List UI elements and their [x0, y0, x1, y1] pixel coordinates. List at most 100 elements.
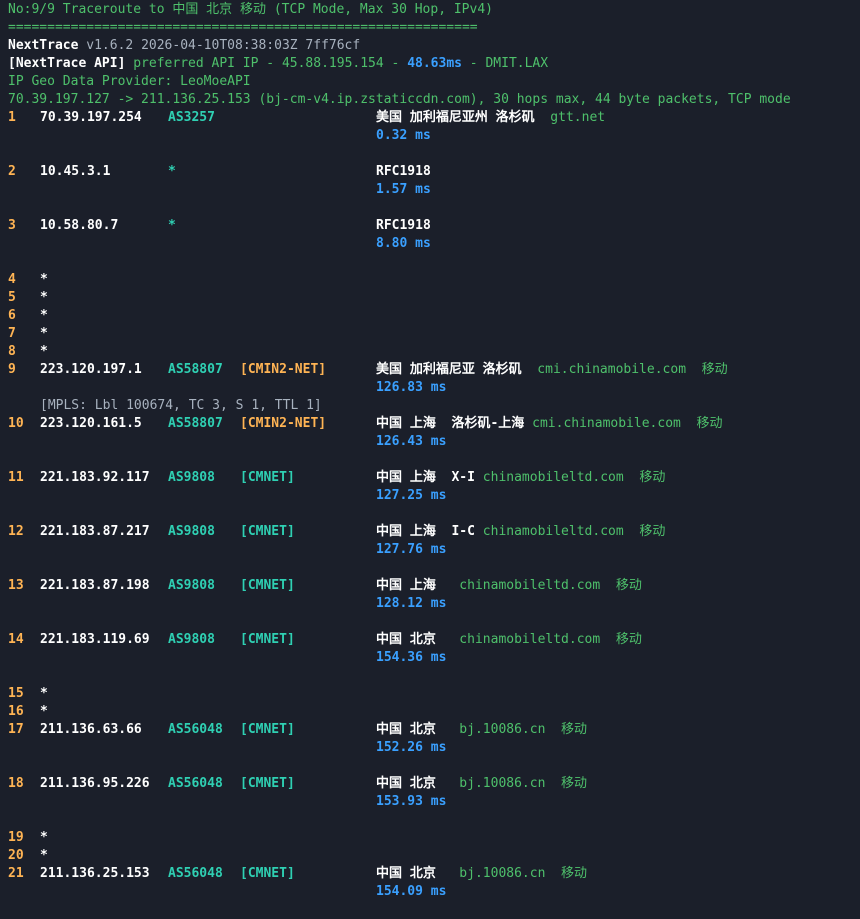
hop-timeout: *: [40, 686, 48, 701]
hop-asn: AS56048: [168, 866, 223, 881]
hop-mpls: [MPLS: Lbl 100674, TC 3, S 1, TTL 1]: [40, 398, 322, 413]
hop-row: 7 *: [8, 325, 860, 343]
hop-ip: 221.183.92.117: [40, 470, 150, 485]
hop-location: 中国 北京: [376, 776, 436, 791]
hop-isp: 移动: [623, 524, 666, 539]
hop-rtt-row: 128.12 ms: [8, 595, 860, 613]
hop-geo: 中国 上海 洛杉矶-上海 cmi.chinamobile.com 移动: [376, 415, 723, 433]
terminal-window: No:9/9 Traceroute to 中国 北京 移动 (TCP Mode,…: [0, 0, 860, 919]
hop-hostname: cmi.chinamobile.com: [524, 416, 681, 431]
hop-location: RFC1918: [376, 164, 431, 179]
hop-asn: *: [168, 218, 176, 233]
hop-asn: AS3257: [168, 110, 215, 125]
hop-number: 12: [8, 524, 24, 539]
hop-row: 14 221.183.119.69 AS9808 [CMNET] 中国 北京 china…: [8, 631, 860, 649]
hop-spacer: [8, 559, 860, 577]
hop-number: 6: [8, 308, 16, 323]
api-line: [NextTrace API] preferred API IP - 45.88…: [8, 55, 860, 73]
hop-number: 5: [8, 290, 16, 305]
hop-number: 18: [8, 776, 24, 791]
hop-geo: RFC1918: [376, 163, 431, 181]
hop-geo: 中国 北京 bj.10086.cn 移动: [376, 721, 587, 739]
hop-number: 20: [8, 848, 24, 863]
hop-row: 13 221.183.87.198 AS9808 [CMNET] 中国 上海 china…: [8, 577, 860, 595]
hop-geo: 中国 上海 X-I chinamobileltd.com 移动: [376, 469, 665, 487]
hop-timeout: *: [40, 326, 48, 341]
hop-location: 美国 加利福尼亚州 洛杉矶: [376, 110, 535, 125]
hop-rtt: 1.57 ms: [376, 182, 431, 197]
hop-location: 中国 上海 X-I: [376, 470, 475, 485]
hop-hostname: bj.10086.cn: [435, 722, 546, 737]
hop-rtt: 126.43 ms: [376, 434, 447, 449]
hop-hostname: bj.10086.cn: [435, 866, 546, 881]
hop-row: 9 223.120.197.1 AS58807 [CMIN2-NET] 美国 加利福尼亚…: [8, 361, 860, 379]
hop-row: 21 211.136.25.153 AS56048 [CMNET] 中国 北京 bj.1…: [8, 865, 860, 883]
hop-location: 中国 上海 I-C: [376, 524, 475, 539]
hop-rtt: 152.26 ms: [376, 740, 447, 755]
hop-number: 2: [8, 164, 16, 179]
hop-net-tag: [CMIN2-NET]: [240, 362, 327, 377]
hop-number: 19: [8, 830, 24, 845]
hop-asn: *: [168, 164, 176, 179]
hop-rtt-row: 126.83 ms: [8, 379, 860, 397]
hop-number: 17: [8, 722, 24, 737]
hop-ip: 223.120.197.1: [40, 362, 142, 377]
hop-spacer: [8, 757, 860, 775]
hop-row: 15 *: [8, 685, 860, 703]
version-info: v1.6.2 2026-04-10T08:38:03Z 7ff76cf: [78, 38, 361, 53]
hop-timeout: *: [40, 344, 48, 359]
hop-spacer: [8, 199, 860, 217]
hop-net-tag: [CMNET]: [240, 524, 295, 539]
hop-row: 16 *: [8, 703, 860, 721]
hop-asn: AS58807: [168, 362, 223, 377]
hop-mpls-row: [MPLS: Lbl 100674, TC 3, S 1, TTL 1]: [8, 397, 860, 415]
hop-rtt-row: 1.57 ms: [8, 181, 860, 199]
hop-ip: 223.120.161.5: [40, 416, 142, 431]
hop-timeout: *: [40, 272, 48, 287]
hop-rtt: 8.80 ms: [376, 236, 431, 251]
hop-rtt: 153.93 ms: [376, 794, 447, 809]
hop-geo: 中国 上海 I-C chinamobileltd.com 移动: [376, 523, 665, 541]
hop-ip: 221.183.87.198: [40, 578, 150, 593]
hop-ip: 10.58.80.7: [40, 218, 119, 233]
hop-spacer: [8, 901, 860, 919]
hop-location: 中国 上海: [376, 578, 436, 593]
hop-row: 4 *: [8, 271, 860, 289]
hop-net-tag: [CMNET]: [240, 578, 295, 593]
hop-spacer: [8, 667, 860, 685]
api-pref: preferred API IP -: [125, 56, 282, 71]
hop-row: 10 223.120.161.5 AS58807 [CMIN2-NET] 中国 上海 洛…: [8, 415, 860, 433]
hop-geo: RFC1918: [376, 217, 431, 235]
hop-row: 12 221.183.87.217 AS9808 [CMNET] 中国 上海 I-C c…: [8, 523, 860, 541]
hop-row: 20 *: [8, 847, 860, 865]
hop-asn: AS58807: [168, 416, 223, 431]
hop-isp: 移动: [545, 722, 588, 737]
hop-hostname: chinamobileltd.com: [435, 632, 601, 647]
hop-spacer: [8, 811, 860, 829]
hop-asn: AS9808: [168, 470, 215, 485]
hop-isp: 移动: [623, 470, 666, 485]
hop-net-tag: [CMNET]: [240, 866, 295, 881]
hop-net-tag: [CMNET]: [240, 722, 295, 737]
hop-asn: AS9808: [168, 632, 215, 647]
hop-number: 15: [8, 686, 24, 701]
hop-location: 中国 上海 洛杉矶-上海: [376, 416, 525, 431]
hop-list: 1 70.39.197.254 AS3257 美国 加利福尼亚州 洛杉矶 gtt.ne…: [8, 109, 860, 919]
hop-location: 中国 北京: [376, 866, 436, 881]
hop-number: 9: [8, 362, 16, 377]
hop-rtt: 127.76 ms: [376, 542, 447, 557]
hop-rtt-row: 154.09 ms: [8, 883, 860, 901]
hop-row: 18 211.136.95.226 AS56048 [CMNET] 中国 北京 bj.1…: [8, 775, 860, 793]
version-line: NextTrace v1.6.2 2026-04-10T08:38:03Z 7f…: [8, 37, 860, 55]
hop-rtt: 154.09 ms: [376, 884, 447, 899]
hop-ip: 211.136.25.153: [40, 866, 150, 881]
hop-geo: 中国 北京 bj.10086.cn 移动: [376, 775, 587, 793]
hop-number: 10: [8, 416, 24, 431]
hop-hostname: bj.10086.cn: [435, 776, 546, 791]
hop-row: 19 *: [8, 829, 860, 847]
geo-provider: IP Geo Data Provider: LeoMoeAPI: [8, 74, 251, 89]
hop-asn: AS56048: [168, 722, 223, 737]
hop-number: 4: [8, 272, 16, 287]
hop-row: 2 10.45.3.1 * RFC1918: [8, 163, 860, 181]
hop-spacer: [8, 613, 860, 631]
